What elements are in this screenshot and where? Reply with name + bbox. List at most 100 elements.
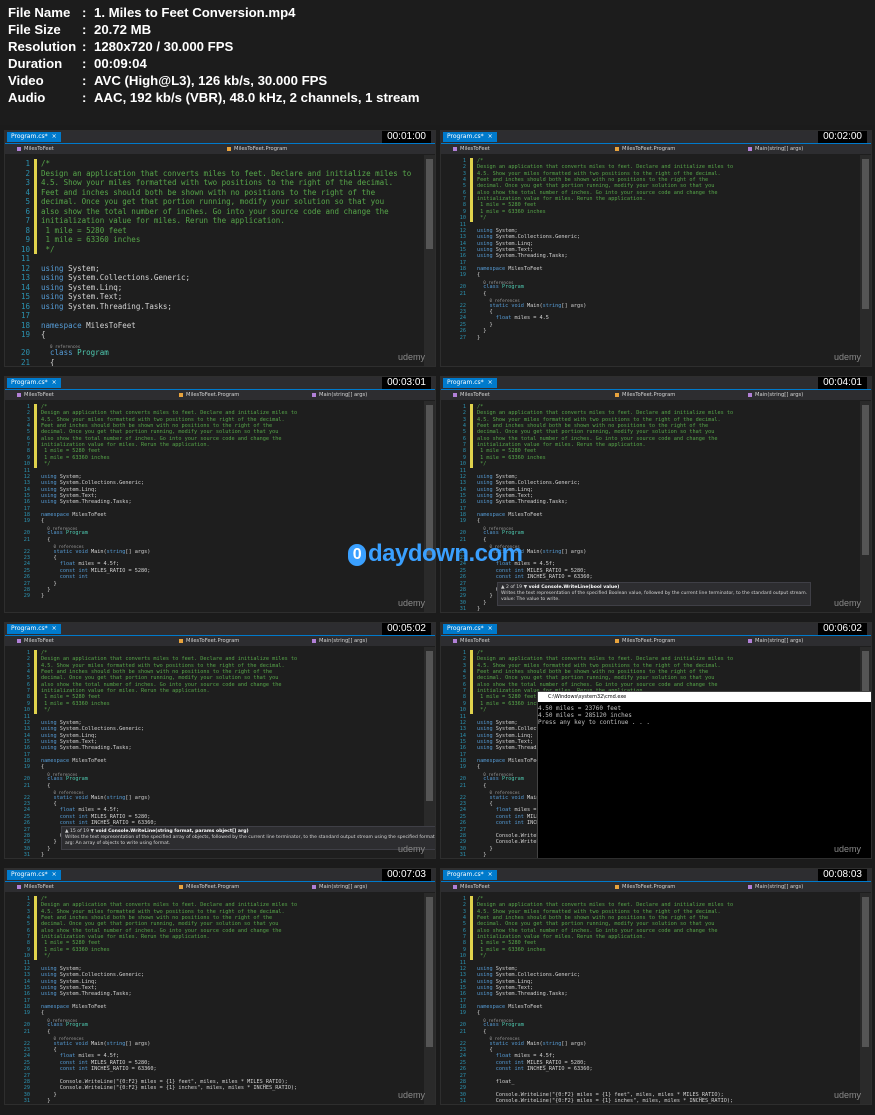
tab-close-icon[interactable]: × [488, 625, 493, 632]
code-line: } [477, 605, 481, 612]
video-thumbnail[interactable]: Program.cs* × 00:02:00 MilesToFeet MilesToFe… [440, 130, 872, 367]
nav-method-dropdown[interactable]: Main(string[] args) [312, 636, 367, 646]
navigation-bar: MilesToFeet MilesToFeet.Program Main(strin… [5, 882, 435, 892]
code-line: 1 mile = 63360 inches [41, 946, 110, 953]
code-line: using System.Linq; [41, 978, 98, 985]
timestamp-badge: 00:06:02 [818, 623, 867, 635]
nav-class-dropdown[interactable]: MilesToFeet.Program [179, 390, 239, 400]
tab-program-cs[interactable]: Program.cs* × [7, 132, 61, 142]
code-line: 1 mile = 63360 inches [41, 700, 110, 707]
scrollbar-thumb[interactable] [426, 897, 433, 1047]
video-thumbnail[interactable]: Program.cs* × 00:04:01 MilesToFeet MilesToFe… [440, 376, 872, 613]
nav-class-dropdown[interactable]: MilesToFeet.Program [615, 390, 675, 400]
line-number: 18 [459, 757, 466, 764]
nav-class-dropdown[interactable]: MilesToFeet.Program [227, 144, 287, 154]
tab-program-cs[interactable]: Program.cs* × [443, 870, 497, 880]
video-thumbnail[interactable]: Program.cs* × 00:05:02 MilesToFeet MilesToFe… [4, 622, 436, 859]
vertical-scrollbar[interactable] [860, 401, 871, 612]
class-icon [227, 146, 231, 151]
tab-close-icon[interactable]: × [488, 379, 493, 386]
code-line: using System; [477, 965, 518, 972]
tab-close-icon[interactable]: × [52, 379, 57, 386]
tab-close-icon[interactable]: × [488, 871, 493, 878]
tab-program-cs[interactable]: Program.cs* × [7, 870, 61, 880]
code-line: also show the total number of inches. Go… [477, 189, 718, 196]
vertical-scrollbar[interactable] [424, 893, 435, 1104]
nav-class-dropdown[interactable]: MilesToFeet.Program [615, 144, 675, 154]
nav-namespace-dropdown[interactable]: MilesToFeet [453, 390, 490, 400]
video-thumbnail[interactable]: Program.cs* × 00:08:03 MilesToFeet MilesToFe… [440, 868, 872, 1105]
line-number: 24 [23, 807, 30, 814]
line-number: 16 [20, 301, 30, 311]
scrollbar-thumb[interactable] [862, 405, 869, 555]
nav-class-dropdown[interactable]: MilesToFeet.Program [179, 882, 239, 892]
scrollbar-thumb[interactable] [426, 651, 433, 801]
video-thumbnail[interactable]: Program.cs* × 00:03:01 MilesToFeet MilesToFe… [4, 376, 436, 613]
line-number: 10 [459, 953, 466, 960]
code-editor[interactable]: 1 /* 2 Design an application that converts … [441, 155, 859, 366]
nav-namespace-dropdown[interactable]: MilesToFeet [17, 144, 54, 154]
nav-class-dropdown[interactable]: MilesToFeet.Program [179, 636, 239, 646]
vertical-scrollbar[interactable] [424, 401, 435, 612]
code-line: Design an application that converts mile… [477, 902, 734, 909]
tab-program-cs[interactable]: Program.cs* × [7, 624, 61, 634]
nav-namespace-dropdown[interactable]: MilesToFeet [17, 390, 54, 400]
code-line: const int [59, 574, 88, 581]
nav-method-dropdown[interactable]: Main(string[] args) [312, 390, 367, 400]
line-number: 25 [459, 1059, 466, 1066]
line-number: 18 [20, 320, 30, 330]
nav-method-dropdown[interactable]: Main(string[] args) [748, 390, 803, 400]
nav-namespace-dropdown[interactable]: MilesToFeet [17, 636, 54, 646]
nav-namespace-dropdown[interactable]: MilesToFeet [453, 636, 490, 646]
code-editor[interactable]: 1 /* 2 Design an application that converts … [5, 155, 423, 366]
overload-counter[interactable]: ▲ 2 of 19 ▼ [501, 585, 527, 590]
nav-class-dropdown[interactable]: MilesToFeet.Program [615, 636, 675, 646]
line-number: 20 [23, 776, 30, 783]
code-line: const int MILES_RATIO = 5280; [495, 1059, 587, 1066]
code-line: decimal. Once you get that portion runni… [41, 675, 279, 682]
code-line: { [41, 764, 45, 771]
tab-program-cs[interactable]: Program.cs* × [443, 378, 497, 388]
tab-program-cs[interactable]: Program.cs* × [443, 624, 497, 634]
code-editor[interactable]: 1 /* 2 Design an application that converts … [5, 401, 423, 612]
scrollbar-thumb[interactable] [426, 159, 433, 249]
tab-close-icon[interactable]: × [52, 133, 57, 140]
overload-counter[interactable]: ▲ 15 of 19 ▼ [65, 829, 94, 834]
video-thumbnail[interactable]: Program.cs* × 00:06:02 MilesToFeet MilesToFe… [440, 622, 872, 859]
navigation-bar: MilesToFeet MilesToFeet.Program Main(strin… [441, 144, 871, 154]
code-editor[interactable]: 1 /* 2 Design an application that converts … [441, 401, 859, 612]
line-number: 8 [462, 448, 466, 455]
video-thumbnail[interactable]: Program.cs* × 00:01:00 MilesToFeet MilesToFe… [4, 130, 436, 367]
scrollbar-thumb[interactable] [862, 159, 869, 309]
scrollbar-thumb[interactable] [862, 897, 869, 1047]
code-line: } [477, 328, 487, 335]
tab-program-cs[interactable]: Program.cs* × [443, 132, 497, 142]
nav-method-dropdown[interactable]: Main(string[] args) [312, 882, 367, 892]
scrollbar-thumb[interactable] [426, 405, 433, 555]
line-number: 22 [23, 548, 30, 555]
tab-close-icon[interactable]: × [488, 133, 493, 140]
vertical-scrollbar[interactable] [424, 155, 435, 366]
tab-label: Program.cs* [11, 379, 48, 386]
vertical-scrollbar[interactable] [860, 155, 871, 366]
code-editor[interactable]: 1 /* 2 Design an application that converts … [441, 893, 859, 1104]
nav-namespace-dropdown[interactable]: MilesToFeet [453, 882, 490, 892]
tab-program-cs[interactable]: Program.cs* × [7, 378, 61, 388]
code-line: 4.5. Show your miles formatted with two … [477, 170, 721, 177]
video-thumbnail[interactable]: Program.cs* × 00:07:03 MilesToFeet MilesToFe… [4, 868, 436, 1105]
nav-namespace-dropdown[interactable]: MilesToFeet [17, 882, 54, 892]
nav-method-dropdown[interactable]: Main(string[] args) [748, 882, 803, 892]
code-editor[interactable]: 1 /* 2 Design an application that converts … [5, 893, 423, 1104]
console-window[interactable]: C:\Windows\system32\cmd.exe 4.50 miles = … [537, 691, 871, 858]
nav-namespace-dropdown[interactable]: MilesToFeet [453, 144, 490, 154]
line-number: 5 [26, 429, 30, 436]
nav-class-dropdown[interactable]: MilesToFeet.Program [615, 882, 675, 892]
code-line: initialization value for miles. Rerun th… [41, 934, 210, 941]
tab-close-icon[interactable]: × [52, 871, 57, 878]
vertical-scrollbar[interactable] [860, 893, 871, 1104]
code-line: 1 mile = 5280 feet [41, 694, 101, 701]
nav-method-dropdown[interactable]: Main(string[] args) [748, 144, 803, 154]
nav-method-dropdown[interactable]: Main(string[] args) [748, 636, 803, 646]
tab-close-icon[interactable]: × [52, 625, 57, 632]
timestamp-badge: 00:04:01 [818, 377, 867, 389]
